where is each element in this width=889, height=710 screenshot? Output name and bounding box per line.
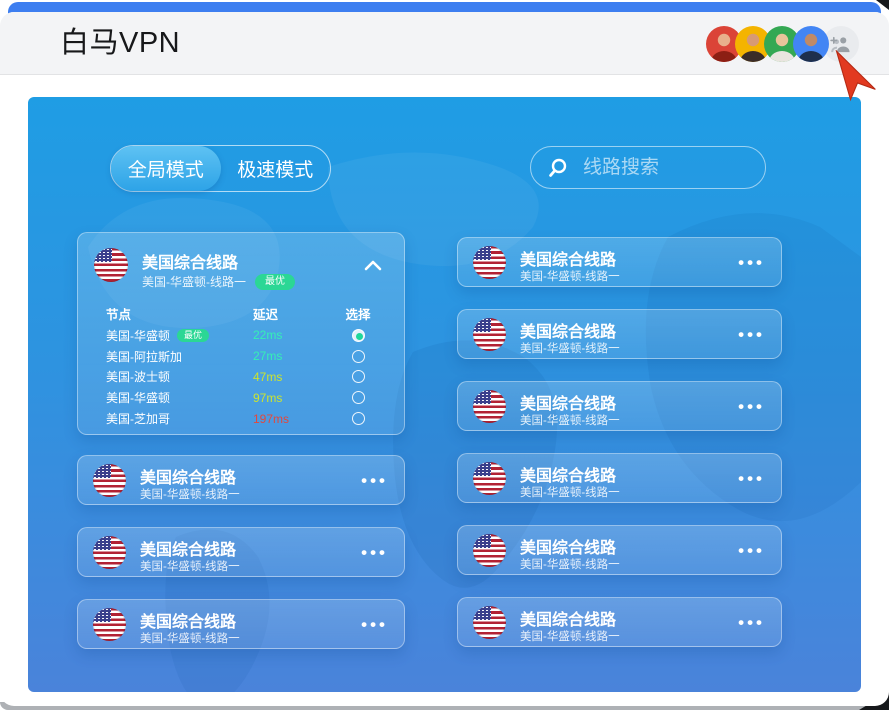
left-card-list: 美国综合线路 美国-华盛顿-线路一 ••• 美国综合线路 美国-华盛顿-线路一 … <box>77 455 405 649</box>
app-title: 白马VPN <box>60 27 181 59</box>
tab-fast-mode[interactable]: 极速模式 <box>221 146 331 191</box>
line-card-subtitle: 美国-华盛顿-线路一 <box>520 631 620 643</box>
line-card-subtitle: 美国-华盛顿-线路一 <box>140 561 240 573</box>
col-header-select: 选择 <box>345 307 371 322</box>
line-card-subtitle: 美国-华盛顿-线路一 <box>140 633 240 645</box>
search-input[interactable] <box>581 155 751 180</box>
us-flag-icon <box>93 464 126 497</box>
more-options-button[interactable]: ••• <box>738 382 765 432</box>
latency-value: 97ms <box>253 390 283 405</box>
person-photo-icon <box>798 33 824 62</box>
tab-label: 极速模式 <box>237 160 314 181</box>
us-flag-icon <box>93 536 126 569</box>
avatar[interactable] <box>793 26 829 62</box>
select-radio[interactable] <box>351 391 365 405</box>
optimal-badge: 最优 <box>255 273 295 290</box>
table-row[interactable]: 美国-华盛顿 97ms <box>106 387 380 408</box>
select-radio[interactable] <box>351 370 365 384</box>
us-flag-icon <box>473 606 506 639</box>
line-card-title: 美国综合线路 <box>140 614 237 631</box>
line-card-subtitle-row: 美国-华盛顿-线路一 最优 <box>142 273 295 290</box>
avatar-group <box>706 26 859 62</box>
line-card-title: 美国综合线路 <box>520 396 617 413</box>
right-card-list: 美国综合线路 美国-华盛顿-线路一 ••• 美国综合线路 美国-华盛顿-线路一 … <box>457 237 782 647</box>
table-row[interactable]: 美国-华盛顿 最优 22ms <box>106 325 380 346</box>
search-box <box>530 146 766 189</box>
us-flag-icon <box>473 246 506 279</box>
line-card[interactable]: 美国综合线路 美国-华盛顿-线路一 ••• <box>457 597 782 647</box>
search-icon <box>549 158 567 177</box>
line-card[interactable]: 美国综合线路 美国-华盛顿-线路一 ••• <box>457 309 782 359</box>
us-flag-icon <box>473 318 506 351</box>
col-header-node: 节点 <box>106 307 132 322</box>
mode-tabs: 全局模式 极速模式 <box>110 145 331 192</box>
node-name: 美国-华盛顿 <box>106 391 170 406</box>
node-name: 美国-阿拉斯加 <box>106 349 182 364</box>
line-card[interactable]: 美国综合线路 美国-华盛顿-线路一 ••• <box>457 453 782 503</box>
select-radio[interactable] <box>351 328 365 342</box>
line-card[interactable]: 美国综合线路 美国-华盛顿-线路一 ••• <box>457 381 782 431</box>
more-options-button[interactable]: ••• <box>738 598 765 648</box>
more-options-button[interactable]: ••• <box>361 528 388 578</box>
line-card-subtitle: 美国-华盛顿-线路一 <box>142 275 246 289</box>
app-window: 白马VPN 全局模式 极速模式 线路搜索 美国综合线路 美国-华盛顿-线路一 最… <box>0 12 889 706</box>
line-card[interactable]: 美国综合线路 美国-华盛顿-线路一 ••• <box>77 527 405 577</box>
line-card-subtitle: 美国-华盛顿-线路一 <box>140 489 240 501</box>
chevron-up-icon[interactable] <box>364 260 382 271</box>
col-header-latency: 延迟 <box>253 307 279 322</box>
more-options-button[interactable]: ••• <box>738 238 765 288</box>
latency-value: 197ms <box>253 411 290 426</box>
screen: 白马VPN 全局模式 极速模式 线路搜索 美国综合线路 美国-华盛顿-线路一 最… <box>0 0 889 710</box>
line-card-title: 美国综合线路 <box>520 324 617 341</box>
line-card[interactable]: 美国综合线路 美国-华盛顿-线路一 ••• <box>77 599 405 649</box>
us-flag-icon <box>94 248 128 282</box>
app-header: 白马VPN <box>0 12 889 75</box>
select-radio[interactable] <box>351 412 365 426</box>
more-options-button[interactable]: ••• <box>738 454 765 504</box>
line-card-title: 美国综合线路 <box>520 252 617 269</box>
line-card-title: 美国综合线路 <box>140 542 237 559</box>
line-card[interactable]: 美国综合线路 美国-华盛顿-线路一 ••• <box>77 455 405 505</box>
add-user-icon <box>830 36 850 53</box>
us-flag-icon <box>473 462 506 495</box>
line-card-title: 美国综合线路 <box>520 540 617 557</box>
optimal-badge: 最优 <box>177 328 210 342</box>
latency-value: 47ms <box>253 369 283 384</box>
more-options-button[interactable]: ••• <box>361 600 388 650</box>
select-radio[interactable] <box>351 349 365 363</box>
line-card-title: 美国综合线路 <box>142 255 239 272</box>
line-card-subtitle: 美国-华盛顿-线路一 <box>520 271 620 283</box>
table-row[interactable]: 美国-芝加哥 197ms <box>106 408 380 429</box>
line-card[interactable]: 美国综合线路 美国-华盛顿-线路一 ••• <box>457 237 782 287</box>
line-card[interactable]: 美国综合线路 美国-华盛顿-线路一 ••• <box>457 525 782 575</box>
line-card-subtitle: 美国-华盛顿-线路一 <box>520 559 620 571</box>
line-card-subtitle: 美国-华盛顿-线路一 <box>520 487 620 499</box>
table-row[interactable]: 美国-阿拉斯加 27ms <box>106 346 380 367</box>
node-name: 美国-芝加哥 <box>106 412 170 427</box>
us-flag-icon <box>93 608 126 641</box>
main-panel: 全局模式 极速模式 美国综合线路 美国-华盛顿-线路一 最优 <box>28 97 861 692</box>
table-row[interactable]: 美国-波士顿 47ms <box>106 367 380 388</box>
latency-value: 27ms <box>253 349 283 364</box>
tab-global-mode[interactable]: 全局模式 <box>111 146 221 191</box>
us-flag-icon <box>473 534 506 567</box>
us-flag-icon <box>473 390 506 423</box>
line-card-title: 美国综合线路 <box>140 470 237 487</box>
node-table: 节点 延迟 选择 美国-华盛顿 最优 22ms 美国-阿拉斯加 27ms 美国-… <box>106 301 380 429</box>
line-card-title: 美国综合线路 <box>520 612 617 629</box>
tab-label: 全局模式 <box>127 160 204 181</box>
line-card-subtitle: 美国-华盛顿-线路一 <box>520 415 620 427</box>
latency-value: 22ms <box>253 328 283 343</box>
expanded-line-card[interactable]: 美国综合线路 美国-华盛顿-线路一 最优 节点 延迟 选择 美国-华盛顿最优 <box>77 232 405 435</box>
node-name: 美国-华盛顿 <box>106 328 170 343</box>
table-header-row: 节点 延迟 选择 <box>106 301 380 325</box>
line-card-subtitle: 美国-华盛顿-线路一 <box>520 343 620 355</box>
more-options-button[interactable]: ••• <box>738 526 765 576</box>
more-options-button[interactable]: ••• <box>738 310 765 360</box>
node-name: 美国-波士顿 <box>106 370 170 385</box>
line-card-title: 美国综合线路 <box>520 468 617 485</box>
more-options-button[interactable]: ••• <box>361 456 388 506</box>
